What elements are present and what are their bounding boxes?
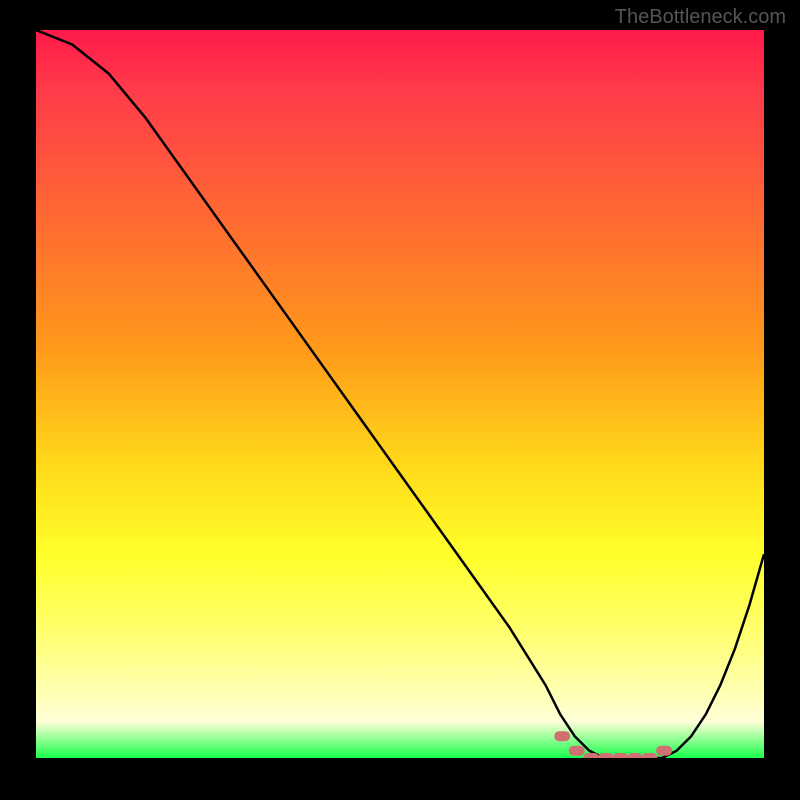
curve-marker <box>612 753 628 758</box>
curve-marker <box>583 753 599 758</box>
chart-plot-area <box>36 30 764 758</box>
curve-marker <box>627 753 643 758</box>
watermark-text: TheBottleneck.com <box>615 6 786 29</box>
chart-curve <box>36 30 764 758</box>
marker-group <box>554 731 672 758</box>
curve-marker <box>554 731 570 741</box>
curve-marker <box>598 753 614 758</box>
bottleneck-curve <box>36 30 764 758</box>
curve-marker <box>569 746 585 756</box>
curve-marker <box>656 746 672 756</box>
curve-marker <box>642 753 658 758</box>
